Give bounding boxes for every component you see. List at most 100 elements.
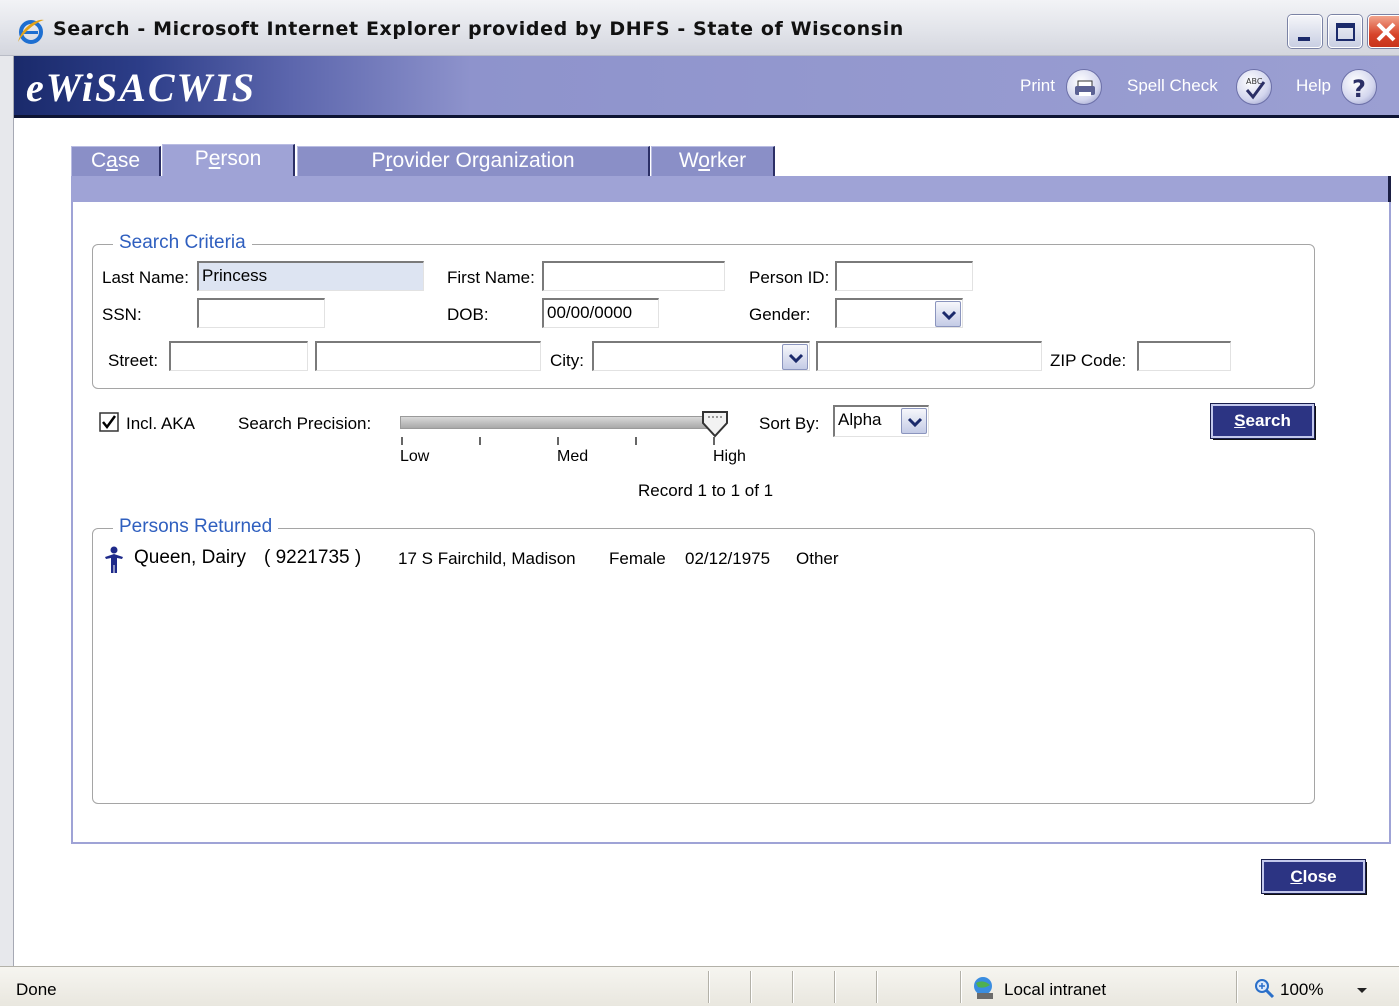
person-id-label: Person ID: [749,268,830,287]
list-item[interactable]: Queen, Dairy ( 9221735 ) 17 S Fairchild,… [102,545,902,575]
search-button-label: earch [1245,411,1291,430]
slider-tick [479,437,481,445]
window-frame [0,56,14,966]
status-divider [792,971,794,1003]
svg-text:?: ? [1352,75,1366,103]
first-name-label: First Name: [447,268,535,287]
status-divider [834,971,836,1003]
street-label: Street: [108,351,159,370]
incl-aka-label: Incl. AKA [126,414,195,433]
zip-code-label: ZIP Code: [1050,351,1127,370]
city-text-input[interactable] [816,341,1042,371]
gender-label: Gender: [749,305,811,324]
tab-label-accesskey: a [106,149,118,172]
tab-case[interactable]: Case [71,146,161,176]
zip-code-input[interactable] [1137,341,1231,371]
tab-label-accesskey: e [208,147,221,170]
spell-check-link[interactable]: Spell Check [1127,76,1218,96]
person-dob: 02/12/1975 [685,549,771,568]
slider-tick [635,437,637,445]
chevron-down-icon[interactable] [1355,981,1369,1001]
close-window-button[interactable] [1368,15,1399,48]
status-text: Done [16,980,57,999]
status-divider [1236,971,1238,1003]
sort-by-value: Alpha [838,410,882,429]
sort-by-select[interactable]: Alpha [833,405,929,437]
tab-label: se [117,149,141,172]
help-link[interactable]: Help [1296,76,1331,96]
slider-tick [557,437,559,445]
person-id: ( 9221735 ) [264,547,362,568]
ssn-input[interactable] [197,298,325,328]
city-label: City: [550,351,584,370]
close-button-accesskey: C [1290,867,1303,886]
chevron-down-icon[interactable] [782,344,808,370]
incl-aka-checkbox[interactable] [99,412,119,437]
tab-label: P [371,149,386,172]
dob-input[interactable]: 00/00/0000 [542,298,659,328]
spell-check-icon[interactable]: ABC [1236,69,1272,105]
person-gender: Female [609,549,666,568]
person-id-input[interactable] [835,261,973,291]
chevron-down-icon[interactable] [935,301,961,327]
street-name-input[interactable] [315,341,541,371]
person-name[interactable]: Queen, Dairy [134,547,246,569]
tab-label: P [194,147,209,170]
security-zone: Local intranet [1004,980,1107,999]
app-header: eWiSACWIS Print Spell Check ABC Help ? [14,56,1399,118]
zoom-icon[interactable] [1254,978,1276,1005]
precision-low-label: Low [400,448,430,465]
status-divider [708,971,710,1003]
slider-thumb[interactable] [700,409,730,439]
status-divider [750,971,752,1003]
status-bar: Done Local intranet 100% [0,966,1399,1006]
app-logo: eWiSACWIS [26,65,256,110]
minimize-button[interactable] [1288,15,1322,48]
person-address: 17 S Fairchild, Madison [398,549,576,568]
person-type: Other [796,549,839,568]
search-criteria-legend: Search Criteria [113,232,252,254]
dob-label: DOB: [447,305,489,324]
persons-returned-legend: Persons Returned [113,516,279,538]
person-icon [102,546,126,579]
first-name-input[interactable] [542,261,725,291]
tab-label: rker [709,149,747,172]
tab-label: rson [220,147,262,170]
zoom-level[interactable]: 100% [1280,980,1323,1000]
close-button[interactable]: Close [1262,860,1365,893]
slider-tick [401,437,403,445]
tab-label: ovider Organization [392,149,575,172]
slider-tick [713,437,715,445]
tab-provider-organization[interactable]: Provider Organization [297,146,650,176]
window-titlebar: Search - Microsoft Internet Explorer pro… [0,0,1399,56]
status-divider [876,971,878,1003]
tab-strip [71,176,1391,202]
printer-icon[interactable] [1066,69,1102,105]
chevron-down-icon[interactable] [901,408,927,434]
tab-label: C [90,149,107,172]
search-precision-label: Search Precision: [238,414,372,433]
city-select[interactable] [592,341,810,371]
window-title: Search - Microsoft Internet Explorer pro… [53,18,904,40]
close-button-label: lose [1302,867,1337,886]
globe-icon [970,975,998,1006]
sort-by-label: Sort By: [759,414,820,433]
search-button-accesskey: S [1234,411,1246,430]
tab-worker[interactable]: Worker [651,146,775,176]
internet-explorer-icon [16,16,46,46]
gender-select[interactable] [835,298,963,328]
precision-high-label: High [713,448,746,465]
maximize-button[interactable] [1328,15,1362,48]
last-name-label: Last Name: [102,268,189,287]
help-icon[interactable]: ? [1341,69,1377,105]
record-count: Record 1 to 1 of 1 [638,481,774,500]
tab-person[interactable]: Person [162,144,295,178]
street-number-input[interactable] [169,341,308,371]
ssn-label: SSN: [102,305,142,324]
tab-label-accesskey: o [698,149,710,172]
print-link[interactable]: Print [1020,76,1055,96]
search-precision-slider[interactable] [400,416,718,429]
tab-label: W [678,149,699,172]
search-button[interactable]: Search [1211,404,1314,438]
last-name-input[interactable]: Princess [197,261,424,291]
